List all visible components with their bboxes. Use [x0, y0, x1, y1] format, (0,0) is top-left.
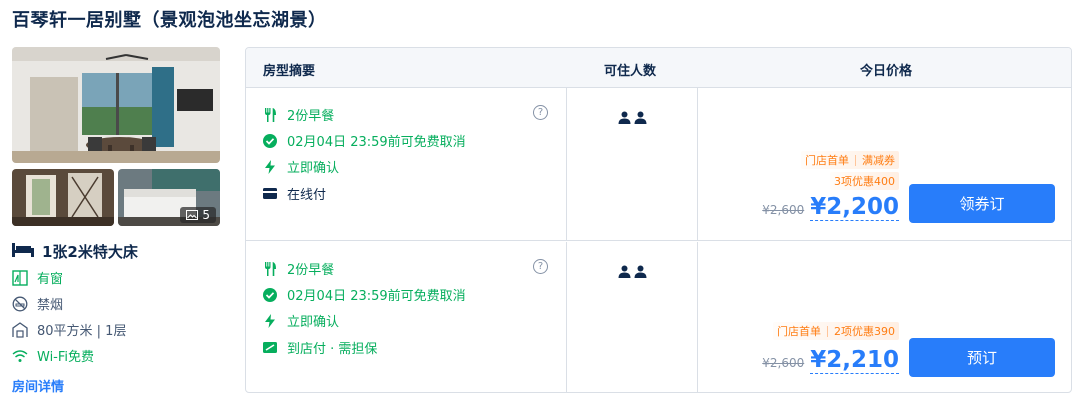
perk-label: 02月04日 23:59前可免费取消 — [287, 135, 466, 150]
perk-label: 2份早餐 — [287, 263, 335, 278]
perk-label: 到店付 · 需担保 — [287, 342, 378, 357]
feature-no-smoking: 禁烟 — [12, 294, 63, 313]
feature-window: 有窗 — [12, 268, 63, 287]
floor-area-icon — [12, 321, 28, 338]
perk-breakfast: 2份早餐 — [263, 259, 334, 278]
book-with-coupon-button[interactable]: 领券订 — [909, 184, 1055, 223]
guest-count — [618, 109, 647, 128]
bed-info: 1张2米特大床 — [12, 241, 138, 262]
fork-knife-icon — [263, 261, 277, 276]
room-main-photo[interactable] — [12, 47, 220, 163]
person-icon — [634, 109, 647, 128]
perk-label: 2份早餐 — [287, 109, 335, 124]
header-summary: 房型摘要 — [263, 64, 316, 79]
photo-count-badge: 5 — [180, 207, 216, 223]
perk-free-cancel: 02月04日 23:59前可免费取消 — [263, 131, 466, 150]
check-circle-icon — [263, 133, 277, 148]
feature-wifi: Wi-Fi免费 — [12, 346, 94, 365]
promo-tags[interactable]: 门店首单 2项优惠390 — [773, 322, 899, 340]
no-smoking-icon — [12, 296, 28, 312]
promo-tag-label: 满减券 — [862, 154, 895, 167]
original-price: ¥2,600 — [762, 356, 805, 370]
feature-label: 有窗 — [37, 272, 64, 287]
perk-instant-confirm: 立即确认 — [263, 311, 339, 330]
perk-payment: 到店付 · 需担保 — [263, 338, 377, 357]
feature-area: 80平方米 | 1层 — [12, 320, 126, 339]
book-button[interactable]: 预订 — [909, 338, 1055, 377]
header-price: 今日价格 — [860, 64, 913, 79]
room-thumbnail[interactable]: 5 — [118, 169, 220, 226]
room-detail-link[interactable]: 房间详情 — [12, 376, 64, 395]
lightning-icon — [263, 313, 277, 328]
perk-instant-confirm: 立即确认 — [263, 157, 339, 176]
bed-icon — [12, 242, 34, 261]
promo-discount: 3项优惠400 — [830, 172, 899, 190]
promo-tag-label: 门店首单 — [805, 154, 849, 167]
pay-at-hotel-icon — [263, 341, 277, 355]
lightning-icon — [263, 159, 277, 174]
promo-tag: 门店首单 满减券 — [801, 151, 899, 169]
feature-label: 禁烟 — [37, 298, 64, 313]
photo-count: 5 — [202, 208, 210, 222]
header-occupancy: 可住人数 — [604, 64, 657, 79]
person-icon — [618, 109, 631, 128]
price: ¥2,600 ¥2,200 — [762, 194, 899, 221]
feature-label: 80平方米 | 1层 — [37, 324, 127, 339]
promo-tags[interactable]: 门店首单 满减券 3项优惠400 — [801, 151, 899, 190]
bed-label: 1张2米特大床 — [42, 243, 138, 261]
perk-breakfast: 2份早餐 — [263, 105, 334, 124]
rate-table: 房型摘要 可住人数 今日价格 2份早餐 ? 02月04日 23:59前可免费取消… — [245, 47, 1072, 393]
feature-label: Wi-Fi免费 — [37, 350, 95, 365]
fork-knife-icon — [263, 107, 277, 122]
table-header: 房型摘要 可住人数 今日价格 — [246, 48, 1071, 88]
person-icon — [618, 263, 631, 282]
room-thumbnail[interactable] — [12, 169, 114, 226]
perk-label: 立即确认 — [287, 161, 340, 176]
person-icon — [634, 263, 647, 282]
image-icon — [186, 210, 199, 220]
help-icon[interactable]: ? — [533, 259, 548, 274]
price: ¥2,600 ¥2,210 — [762, 347, 899, 374]
perk-label: 立即确认 — [287, 315, 340, 330]
original-price: ¥2,600 — [762, 203, 805, 217]
perk-label: 在线付 — [287, 188, 327, 203]
promo-tag: 门店首单 2项优惠390 — [773, 322, 899, 340]
rate-row: 2份早餐 ? 02月04日 23:59前可免费取消 立即确认 到店付 · 需担保… — [246, 242, 1071, 392]
rate-row: 2份早餐 ? 02月04日 23:59前可免费取消 立即确认 在线付 门店首单 … — [246, 88, 1071, 241]
window-icon — [12, 269, 28, 286]
guest-count — [618, 263, 647, 282]
perk-label: 02月04日 23:59前可免费取消 — [287, 289, 466, 304]
current-price[interactable]: ¥2,200 — [810, 194, 899, 221]
wifi-icon — [12, 349, 28, 363]
check-circle-icon — [263, 287, 277, 302]
card-icon — [263, 187, 277, 201]
help-icon[interactable]: ? — [533, 105, 548, 120]
promo-tag-label: 2项优惠390 — [834, 325, 895, 338]
room-title: 百琴轩一居别墅（景观泡池坐忘湖景） — [12, 10, 327, 31]
perk-free-cancel: 02月04日 23:59前可免费取消 — [263, 285, 466, 304]
perk-payment: 在线付 — [263, 184, 326, 203]
current-price[interactable]: ¥2,210 — [810, 347, 899, 374]
promo-tag-label: 门店首单 — [777, 325, 821, 338]
